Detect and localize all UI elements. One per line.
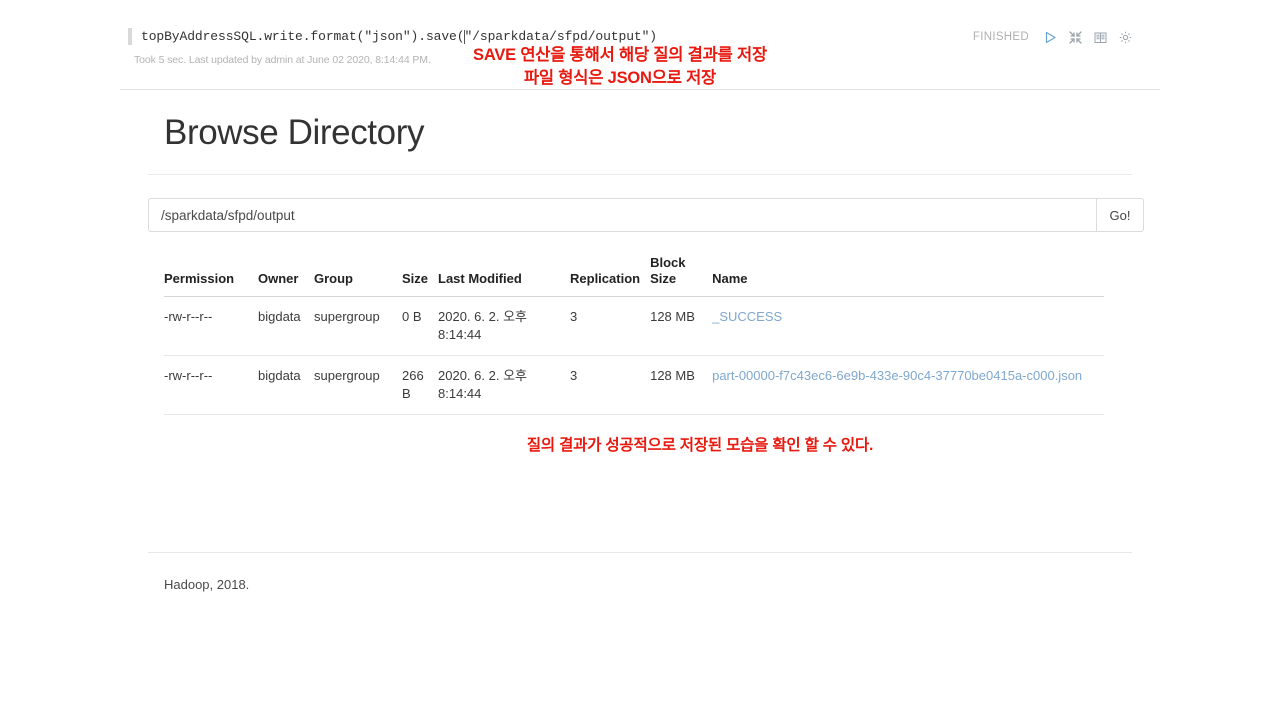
cell-block-size: 128 MB bbox=[650, 296, 713, 356]
play-icon[interactable] bbox=[1043, 30, 1057, 44]
directory-path-input[interactable] bbox=[148, 198, 1096, 232]
column-header-size[interactable]: Size bbox=[402, 255, 439, 297]
cell-block-size: 128 MB bbox=[650, 355, 713, 415]
column-header-owner[interactable]: Owner bbox=[258, 255, 314, 297]
annotation-top-line1: SAVE 연산을 통해서 해당 질의 결과를 저장 bbox=[473, 46, 767, 64]
page-footer: Hadoop, 2018. bbox=[164, 577, 250, 592]
screenshot-root: topByAddressSQL.write.format("json").sav… bbox=[0, 0, 1280, 720]
cell-size: 0 B bbox=[402, 296, 439, 356]
column-header-last-modified[interactable]: Last Modified bbox=[438, 255, 571, 297]
code-line[interactable]: topByAddressSQL.write.format("json").sav… bbox=[128, 28, 657, 45]
hdfs-browse-page: Browse Directory Go! Permission Owner Gr… bbox=[120, 90, 1160, 720]
annotation-top-line2: 파일 형식은 JSON으로 저장 bbox=[523, 69, 717, 87]
page-title: Browse Directory bbox=[164, 113, 425, 152]
code-text-prefix: topByAddressSQL.write.format("json").sav… bbox=[141, 29, 465, 44]
cell-replication: 3 bbox=[570, 296, 651, 356]
title-divider bbox=[148, 174, 1132, 175]
table-bottom-divider bbox=[148, 552, 1132, 553]
code-gutter-bar bbox=[128, 28, 132, 45]
file-link[interactable]: part-00000-f7c43ec6-6e9b-433e-90c4-37770… bbox=[712, 368, 1082, 383]
code-text-suffix: "/sparkdata/sfpd/output") bbox=[464, 29, 658, 44]
column-header-group[interactable]: Group bbox=[314, 255, 402, 297]
cell-last-modified: 2020. 6. 2. 오후 8:14:44 bbox=[438, 355, 571, 415]
table-row: -rw-r--r-- bigdata supergroup 266 B 2020… bbox=[164, 355, 1104, 415]
column-header-replication[interactable]: Replication bbox=[570, 255, 651, 297]
table-row: -rw-r--r-- bigdata supergroup 0 B 2020. … bbox=[164, 296, 1104, 356]
cell-permission: -rw-r--r-- bbox=[164, 296, 258, 356]
cell-permission: -rw-r--r-- bbox=[164, 355, 258, 415]
file-listing-table: Permission Owner Group Size Last Modifie… bbox=[164, 255, 1104, 415]
column-header-name[interactable]: Name bbox=[712, 255, 1104, 297]
file-link[interactable]: _SUCCESS bbox=[712, 309, 782, 324]
column-header-permission[interactable]: Permission bbox=[164, 255, 258, 297]
run-status-label: FINISHED bbox=[972, 31, 1029, 43]
column-header-block-size[interactable]: Block Size bbox=[650, 255, 713, 297]
cell-name: part-00000-f7c43ec6-6e9b-433e-90c4-37770… bbox=[712, 355, 1104, 415]
path-search-bar: Go! bbox=[148, 198, 1144, 232]
cell-name: _SUCCESS bbox=[712, 296, 1104, 356]
annotation-bottom: 질의 결과가 성공적으로 저장된 모습을 확인 할 수 있다. bbox=[526, 437, 874, 454]
book-icon[interactable] bbox=[1093, 30, 1107, 44]
cell-replication: 3 bbox=[570, 355, 651, 415]
gear-icon[interactable] bbox=[1118, 30, 1132, 44]
cell-owner: bigdata bbox=[258, 355, 314, 415]
cell-group: supergroup bbox=[314, 296, 402, 356]
go-button[interactable]: Go! bbox=[1096, 198, 1144, 232]
cell-group: supergroup bbox=[314, 355, 402, 415]
cell-last-modified: 2020. 6. 2. 오후 8:14:44 bbox=[438, 296, 571, 356]
annotation-top: SAVE 연산을 통해서 해당 질의 결과를 저장 파일 형식은 JSON으로 … bbox=[340, 44, 900, 90]
paragraph-controls: FINISHED bbox=[973, 30, 1132, 44]
table-header-row: Permission Owner Group Size Last Modifie… bbox=[164, 255, 1104, 297]
collapse-icon[interactable] bbox=[1068, 30, 1082, 44]
cell-owner: bigdata bbox=[258, 296, 314, 356]
cell-size: 266 B bbox=[402, 355, 439, 415]
